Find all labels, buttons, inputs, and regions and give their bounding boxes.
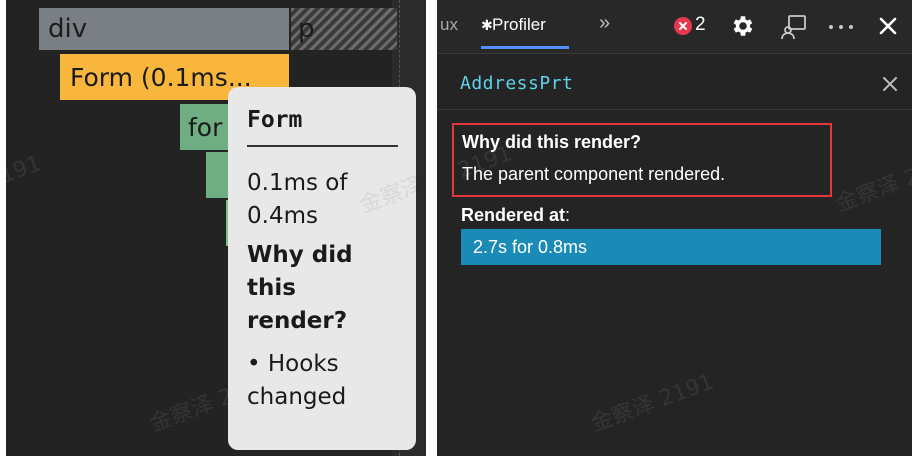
tab-profiler[interactable]: Profiler <box>492 15 546 35</box>
tab-redux[interactable]: ux <box>440 15 458 35</box>
why-render-highlight: Why did this render? The parent componen… <box>452 123 832 197</box>
atom-icon: ✱ <box>481 17 493 33</box>
selected-component-header: AddressPrt <box>437 55 912 110</box>
flame-chart-panel: div p Form (0.1ms... for 2191 金察泽 2191 F… <box>6 0 426 456</box>
rendered-at-colon: : <box>565 205 571 225</box>
watermark: 2191 <box>6 151 45 194</box>
flame-chart-tooltip: Form 0.1ms of 0.4ms Why did this render?… <box>228 87 426 450</box>
rendered-at-label-text: Rendered at <box>461 205 566 225</box>
profiler-sidebar: ux ✱ Profiler » 2 AddressPrt Why did thi… <box>437 0 912 456</box>
why-render-reason: The parent component rendered. <box>462 164 726 184</box>
flame-bar-label: div <box>48 14 88 44</box>
why-render-title: Why did this render? <box>462 132 642 152</box>
close-icon[interactable] <box>878 16 898 36</box>
tooltip-reason: • Hooks changed <box>247 351 347 410</box>
rendered-at-label: Rendered at: <box>461 205 570 226</box>
tooltip-why-title: Why did this render? <box>247 242 353 334</box>
error-icon[interactable] <box>674 17 692 35</box>
watermark: 金察泽 2191 <box>587 369 718 438</box>
component-name: AddressPrt <box>460 73 574 94</box>
cast-icon[interactable] <box>780 13 808 41</box>
flame-bar-p[interactable]: p <box>291 8 397 50</box>
error-count[interactable]: 2 <box>695 14 706 36</box>
flame-bar-label: p <box>298 14 315 44</box>
devtools-tabbar: ux ✱ Profiler » 2 <box>437 0 912 54</box>
kebab-icon[interactable] <box>828 24 854 30</box>
close-icon[interactable] <box>882 76 898 92</box>
tooltip-component-name: Form <box>247 107 398 147</box>
active-tab-indicator <box>481 46 569 49</box>
flame-bar-div[interactable]: div <box>39 8 289 50</box>
more-tabs-icon[interactable]: » <box>599 12 610 35</box>
tooltip-duration: 0.1ms of 0.4ms <box>247 170 348 229</box>
watermark: 金察泽 2191 <box>832 149 912 218</box>
flame-bar-label: Form (0.1ms... <box>70 62 252 92</box>
gear-icon[interactable] <box>730 13 756 39</box>
render-commit-entry[interactable]: 2.7s for 0.8ms <box>461 229 881 265</box>
flame-bar-label: for <box>188 112 223 142</box>
